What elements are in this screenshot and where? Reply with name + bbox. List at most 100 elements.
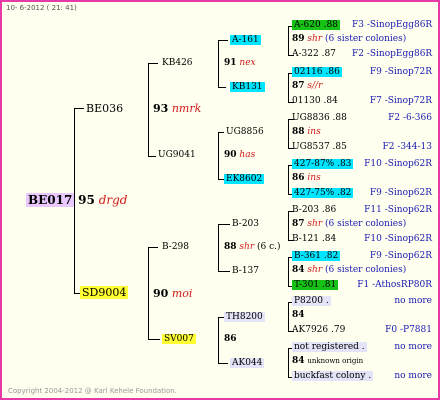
- gen4-dam-code: F9 -Sinop62R: [369, 188, 432, 198]
- gen1-bottom-tag: moi: [171, 287, 193, 300]
- connector: [218, 132, 219, 179]
- gen4-sire-label[interactable]: A-620 .88: [292, 20, 340, 30]
- gen2-d-label[interactable]: SV007: [162, 334, 196, 344]
- gen3-label[interactable]: B-137: [232, 266, 259, 276]
- gen4-dam-code: F7 -Sinop72R: [369, 96, 432, 106]
- connector: [148, 63, 158, 64]
- gen3-node[interactable]: B-137: [232, 265, 259, 278]
- gen2-c-tag: shr: [239, 242, 255, 252]
- connector: [148, 156, 156, 157]
- gen4-dam-code: F0 -P7881: [385, 325, 432, 335]
- gen4-number: 86: [292, 173, 305, 183]
- gen4-note: (6 sister colonies): [325, 219, 407, 229]
- gen3-node[interactable]: KB131: [230, 81, 265, 94]
- gen4-dam-code: F1 -AthosRP80R: [357, 280, 432, 290]
- gen4-dam-label[interactable]: 427-75% .82: [292, 188, 354, 198]
- gen4-dam-code: F2 -SinopEgg86R: [352, 49, 433, 59]
- gen3-node[interactable]: AK044: [230, 357, 265, 370]
- gen3-node[interactable]: B-203: [232, 218, 259, 231]
- gen4-dam[interactable]: T-301 .81: [292, 279, 339, 292]
- connector: [288, 302, 289, 331]
- gen3-label[interactable]: A-161: [230, 35, 261, 45]
- gen4-tag: shr: [307, 265, 323, 275]
- gen2-a-number: 91: [224, 58, 237, 68]
- gen3-label[interactable]: EK8602: [224, 174, 265, 184]
- root-name[interactable]: BE017: [26, 193, 75, 207]
- gen4-sire-code: F11 -Sinop62R: [364, 205, 432, 215]
- gen2-a-name[interactable]: KB426: [162, 57, 193, 70]
- gen4-dam-label[interactable]: T-301 .81: [292, 280, 339, 290]
- gen1-top-name[interactable]: BE036: [86, 102, 123, 115]
- gen2-d-info: 86: [224, 333, 237, 346]
- gen4-sire[interactable]: A-620 .88: [292, 19, 340, 32]
- gen3-label[interactable]: UG8856: [226, 127, 264, 137]
- gen4-number: 84: [292, 356, 305, 366]
- gen1-bottom-number: 90: [153, 287, 169, 300]
- timestamp: 10- 6-2012 ( 21: 41): [6, 4, 77, 12]
- gen2-a-info: 91 nex: [224, 57, 256, 70]
- root-node[interactable]: BE017 95 drgd: [26, 193, 127, 207]
- gen1-bottom-label[interactable]: SD9004: [80, 286, 129, 299]
- gen4-dam[interactable]: 01130 .84: [292, 95, 338, 108]
- gen1-bottom-info: 90 moi: [153, 287, 192, 300]
- connector: [218, 317, 219, 363]
- connector: [218, 363, 228, 364]
- gen4-mid: 86 ins: [292, 172, 321, 185]
- gen2-a-tag: nex: [239, 58, 256, 68]
- gen4-dam[interactable]: 427-75% .82: [292, 187, 354, 200]
- gen4-number: 89: [292, 34, 305, 44]
- gen4-sire-code: no more: [394, 342, 432, 352]
- gen2-c-info: 88 shr (6 c.): [224, 241, 281, 254]
- gen4-number: 88: [292, 127, 305, 137]
- connector: [288, 26, 289, 55]
- gen2-b-info: 90 has: [224, 149, 255, 162]
- gen4-sire-code: F10 -Sinop62R: [364, 159, 432, 169]
- gen4-mid: 89 shr (6 sister colonies): [292, 33, 406, 46]
- gen4-note: (6 sister colonies): [325, 34, 407, 44]
- gen4-sire-label[interactable]: P8200 .: [292, 296, 331, 306]
- connector: [218, 132, 224, 133]
- gen3-node[interactable]: EK8602: [224, 173, 265, 186]
- gen4-tag: ins: [307, 173, 321, 183]
- gen3-node[interactable]: TH8200: [224, 311, 265, 324]
- gen3-node[interactable]: A-161: [230, 34, 261, 47]
- gen4-sire[interactable]: B-203 .86: [292, 204, 336, 217]
- gen3-label[interactable]: AK044: [230, 358, 265, 368]
- connector: [288, 73, 289, 102]
- connector: [74, 108, 84, 109]
- gen4-sire-code: F9 -Sinop72R: [369, 67, 432, 77]
- gen4-sire-code: F2 -6-366: [388, 113, 432, 123]
- gen4-sire-label[interactable]: B-361 .82: [292, 251, 341, 261]
- gen4-dam[interactable]: AK7926 .79: [292, 324, 345, 337]
- gen4-number: 87: [292, 81, 305, 91]
- gen4-dam[interactable]: A-322 .87: [292, 48, 336, 61]
- gen3-label[interactable]: B-203: [232, 219, 259, 229]
- gen4-dam-code: no more: [394, 371, 432, 381]
- gen4-sire[interactable]: B-361 .82: [292, 250, 341, 263]
- gen1-bottom-name[interactable]: SD9004: [80, 286, 129, 299]
- gen3-label[interactable]: TH8200: [224, 312, 265, 322]
- gen4-mid: 88 ins: [292, 126, 321, 139]
- gen4-sire[interactable]: P8200 .: [292, 295, 331, 308]
- connector: [288, 257, 289, 286]
- gen2-b-tag: has: [239, 150, 256, 160]
- gen4-sire-label[interactable]: 02116 .86: [292, 67, 342, 77]
- gen4-sire[interactable]: UG8836 .88: [292, 112, 347, 125]
- gen2-d-name[interactable]: SV007: [162, 333, 196, 346]
- gen4-dam[interactable]: UG8537 .85: [292, 141, 347, 154]
- gen4-sire[interactable]: 02116 .86: [292, 66, 342, 79]
- gen3-node[interactable]: UG8856: [226, 126, 264, 139]
- gen4-sire-code: F9 -Sinop62R: [369, 251, 432, 261]
- gen2-c-name[interactable]: B-298: [162, 241, 189, 254]
- connector: [288, 348, 289, 377]
- gen4-sire-label[interactable]: 427-87% .83: [292, 159, 354, 169]
- gen2-b-name[interactable]: UG9041: [158, 149, 196, 162]
- gen4-sire-code: F3 -SinopEgg86R: [352, 20, 433, 30]
- gen4-sire[interactable]: 427-87% .83: [292, 158, 354, 171]
- connector: [218, 40, 219, 87]
- gen3-label[interactable]: KB131: [230, 82, 265, 92]
- gen4-number: 87: [292, 219, 305, 229]
- connector: [148, 247, 149, 339]
- gen4-dam[interactable]: B-121 .84: [292, 233, 336, 246]
- gen4-dam-code: F10 -Sinop62R: [364, 234, 432, 244]
